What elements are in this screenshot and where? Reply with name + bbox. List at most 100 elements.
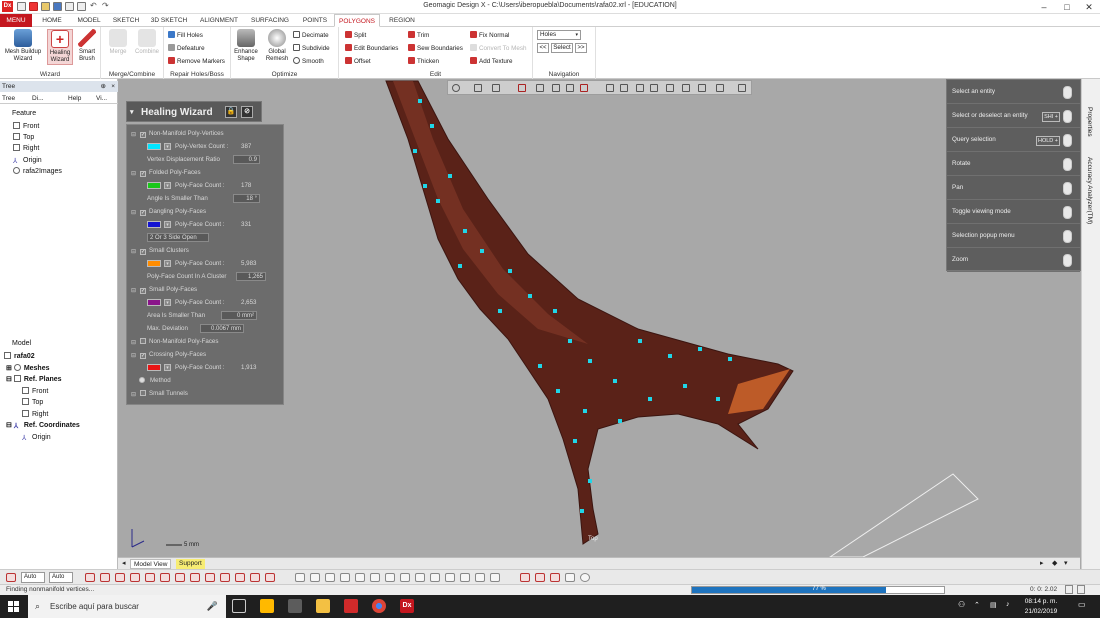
model-item-origin[interactable]: ⅄ Origin: [22, 433, 51, 443]
expand-icon[interactable]: ⊟: [131, 246, 137, 255]
view-tool-icon[interactable]: [445, 573, 455, 582]
fix-normal-button[interactable]: Fix Normal: [470, 30, 509, 41]
color-swatch[interactable]: [147, 299, 161, 306]
lock-icon[interactable]: 🔒: [225, 106, 237, 118]
select-tool-icon[interactable]: [265, 573, 275, 582]
checkbox[interactable]: [140, 390, 146, 396]
trim-button[interactable]: Trim: [408, 30, 429, 41]
clock-time[interactable]: 08:14 p. m.: [1020, 598, 1062, 605]
task-view-icon[interactable]: [232, 599, 246, 613]
filter-icon[interactable]: [6, 573, 16, 582]
close-panel-icon[interactable]: ×: [111, 81, 115, 92]
model-item-ref-coordinates[interactable]: ⊟ ⅄ Ref. Coordinates: [6, 421, 80, 431]
combine-button[interactable]: Combine: [132, 29, 162, 56]
mouse-menu-item[interactable]: Toggle viewing mode: [947, 200, 1080, 224]
expand-icon[interactable]: ⊟: [131, 168, 137, 177]
select-tool-icon[interactable]: [115, 573, 125, 582]
fill-holes-button[interactable]: Fill Holes: [168, 30, 203, 41]
expand-icon[interactable]: ⊟: [131, 389, 137, 398]
tab-surfacing[interactable]: SURFACING: [246, 14, 294, 27]
navigation-select[interactable]: Holes ▾: [537, 30, 581, 40]
feature-item-origin[interactable]: ⅄ Origin: [13, 156, 42, 166]
checkbox[interactable]: ✓: [140, 288, 146, 294]
expand-icon[interactable]: ⊟: [131, 207, 137, 216]
circle-select-icon[interactable]: [636, 84, 644, 92]
tab-model-view[interactable]: Model View: [130, 559, 172, 569]
tab-region[interactable]: REGION: [384, 14, 420, 27]
tab-nav-left-icon[interactable]: ◂: [122, 559, 126, 567]
color-swatch[interactable]: [147, 221, 161, 228]
mouse-menu-item[interactable]: Select an entity: [947, 80, 1080, 104]
filter-icon[interactable]: [738, 84, 746, 92]
edit-boundaries-button[interactable]: Edit Boundaries: [345, 43, 398, 54]
export-icon[interactable]: [77, 2, 86, 11]
expand-icon[interactable]: ⊟: [131, 285, 137, 294]
view-tool-icon[interactable]: [355, 573, 365, 582]
redo-icon[interactable]: ↷: [102, 2, 111, 11]
rect-select-icon[interactable]: [606, 84, 614, 92]
checkbox[interactable]: ✓: [140, 171, 146, 177]
color-swatch[interactable]: [147, 143, 161, 150]
mouse-menu-item[interactable]: Select or deselect an entity SHI +: [947, 104, 1080, 128]
extend-select-icon[interactable]: [682, 84, 690, 92]
model-item-meshes[interactable]: ⊞ Meshes: [6, 364, 50, 374]
thicken-button[interactable]: Thicken: [408, 56, 439, 67]
solidworks-icon[interactable]: [344, 599, 358, 613]
status-icon[interactable]: [1077, 585, 1085, 594]
defeature-button[interactable]: Defeature: [168, 43, 205, 54]
visible-only-icon[interactable]: [716, 84, 724, 92]
side-open-dropdown[interactable]: 2 Or 3 Side Open: [147, 233, 209, 242]
add-texture-button[interactable]: Add Texture: [470, 56, 513, 67]
minimize-button[interactable]: –: [1032, 0, 1056, 14]
tray-up-icon[interactable]: ⌃: [974, 601, 980, 609]
tab-model[interactable]: MODEL: [72, 14, 106, 27]
tab-sketch[interactable]: SKETCH: [110, 14, 142, 27]
measure-tool-icon[interactable]: [520, 573, 530, 582]
volume-icon[interactable]: ♪: [1006, 601, 1010, 608]
expand-icon[interactable]: ⊟: [131, 129, 137, 138]
measure-tool-icon[interactable]: [565, 573, 575, 582]
checkbox[interactable]: ✓: [140, 132, 146, 138]
feature-item-right[interactable]: Right: [13, 144, 39, 154]
snap-tool-icon[interactable]: [580, 573, 590, 582]
view-sphere-icon[interactable]: [452, 84, 460, 92]
status-icon[interactable]: [1065, 585, 1073, 594]
tab-points[interactable]: POINTS: [298, 14, 332, 27]
collapse-icon[interactable]: ▾: [130, 102, 134, 123]
checkbox[interactable]: ✓: [140, 249, 146, 255]
polyline-select-icon[interactable]: [650, 84, 658, 92]
tab-alignment[interactable]: ALIGNMENT: [196, 14, 242, 27]
measure-tool-icon[interactable]: [550, 573, 560, 582]
design-x-icon[interactable]: Dx: [400, 599, 414, 613]
model-item-right[interactable]: Right: [22, 410, 48, 420]
lasso-select-icon[interactable]: [620, 84, 628, 92]
smooth-button[interactable]: Smooth: [293, 56, 324, 67]
view-tool-icon[interactable]: [325, 573, 335, 582]
next-button[interactable]: >>: [575, 43, 587, 53]
chevron-down-icon[interactable]: ▾: [164, 182, 171, 189]
select-tool-icon[interactable]: [85, 573, 95, 582]
param-input[interactable]: 0.0067 mm: [200, 324, 244, 333]
mouse-menu-item[interactable]: Pan: [947, 176, 1080, 200]
select-tool-icon[interactable]: [235, 573, 245, 582]
section-icon[interactable]: [552, 84, 560, 92]
microphone-icon[interactable]: 🎤: [207, 595, 218, 618]
select-button[interactable]: Select: [551, 43, 573, 53]
mouse-menu-item[interactable]: Zoom: [947, 248, 1080, 272]
shading-icon[interactable]: [536, 84, 544, 92]
view-tool-icon[interactable]: [310, 573, 320, 582]
mouse-menu-item[interactable]: Query selection HOLD +: [947, 128, 1080, 152]
undo-icon[interactable]: ↶: [90, 2, 99, 11]
select-tool-icon[interactable]: [220, 573, 230, 582]
clock-date[interactable]: 21/02/2019: [1020, 608, 1062, 615]
checkbox[interactable]: [140, 338, 146, 344]
model-item-front[interactable]: Front: [22, 387, 48, 397]
tab-help[interactable]: Help: [68, 93, 81, 104]
selection-mode-icon[interactable]: [580, 84, 588, 92]
view-tool-icon[interactable]: [475, 573, 485, 582]
pin-icon[interactable]: ⊕: [101, 81, 106, 92]
view-tool-icon[interactable]: [385, 573, 395, 582]
chevron-down-icon[interactable]: ▾: [164, 260, 171, 267]
view-tool-icon[interactable]: [430, 573, 440, 582]
enhance-shape-button[interactable]: Enhance Shape: [233, 29, 259, 63]
